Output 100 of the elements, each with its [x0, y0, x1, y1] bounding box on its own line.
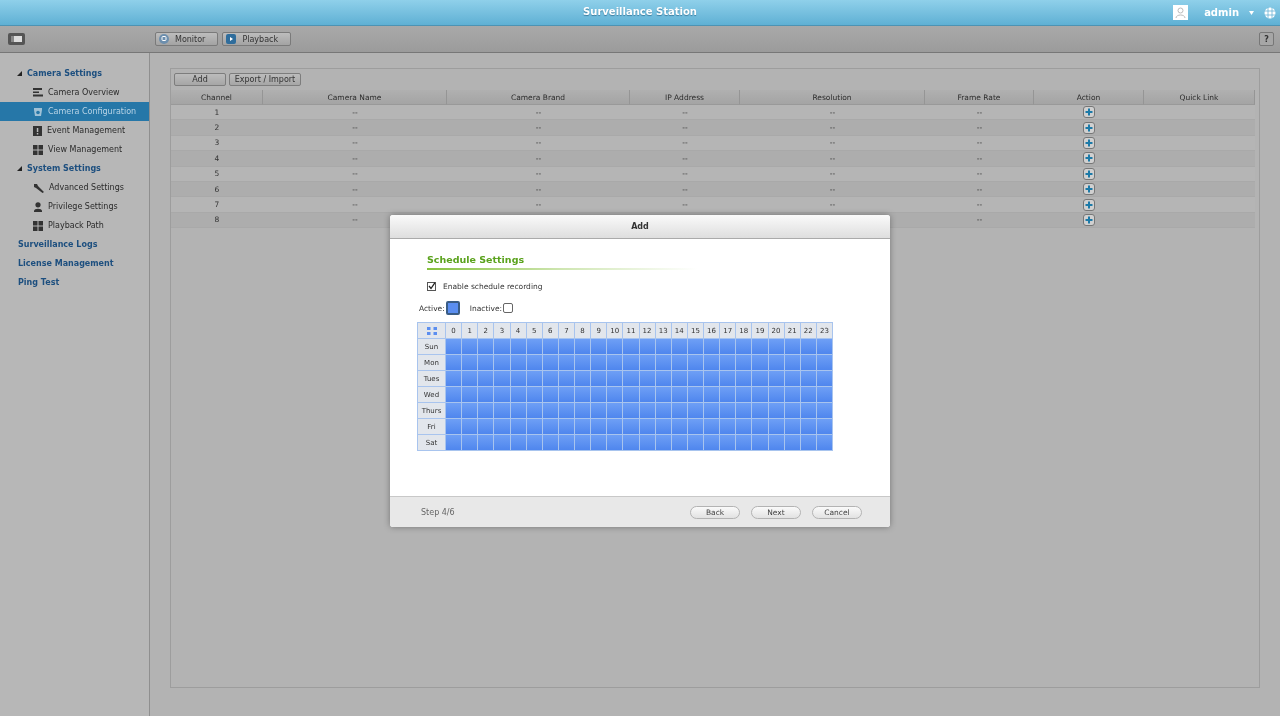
schedule-slot[interactable]: [591, 419, 607, 434]
schedule-slot[interactable]: [558, 355, 574, 370]
schedule-slot[interactable]: [446, 371, 462, 386]
schedule-slot[interactable]: [446, 403, 462, 418]
schedule-slot[interactable]: [736, 419, 752, 434]
schedule-slot[interactable]: [671, 355, 687, 370]
schedule-slot[interactable]: [478, 339, 494, 354]
schedule-slot[interactable]: [462, 371, 478, 386]
schedule-slot[interactable]: [800, 355, 816, 370]
schedule-slot[interactable]: [510, 419, 526, 434]
schedule-slot[interactable]: [510, 371, 526, 386]
add-icon[interactable]: [1083, 106, 1095, 119]
schedule-slot[interactable]: [607, 371, 623, 386]
schedule-slot[interactable]: [736, 403, 752, 418]
schedule-slot[interactable]: [704, 435, 720, 450]
schedule-slot[interactable]: [639, 403, 655, 418]
schedule-slot[interactable]: [526, 339, 542, 354]
schedule-slot[interactable]: [494, 435, 510, 450]
schedule-slot[interactable]: [752, 339, 768, 354]
schedule-slot[interactable]: [542, 355, 558, 370]
schedule-slot[interactable]: [494, 355, 510, 370]
schedule-slot[interactable]: [494, 339, 510, 354]
schedule-slot[interactable]: [510, 387, 526, 402]
expanded-arrow-icon[interactable]: [17, 166, 22, 171]
help-button[interactable]: ?: [1259, 32, 1274, 46]
schedule-slot[interactable]: [639, 435, 655, 450]
schedule-slot[interactable]: [687, 387, 703, 402]
sidebar-group[interactable]: System Settings: [27, 164, 101, 173]
add-icon[interactable]: [1083, 121, 1095, 134]
schedule-slot[interactable]: [462, 435, 478, 450]
sidebar-item[interactable]: Playback Path: [0, 216, 149, 235]
schedule-slot[interactable]: [800, 339, 816, 354]
schedule-slot[interactable]: [446, 435, 462, 450]
schedule-slot[interactable]: [816, 387, 832, 402]
schedule-slot[interactable]: [768, 435, 784, 450]
schedule-slot[interactable]: [816, 355, 832, 370]
schedule-slot[interactable]: [720, 339, 736, 354]
schedule-slot[interactable]: [510, 435, 526, 450]
schedule-slot[interactable]: [575, 419, 591, 434]
schedule-slot[interactable]: [462, 419, 478, 434]
schedule-slot[interactable]: [736, 371, 752, 386]
schedule-slot[interactable]: [446, 387, 462, 402]
schedule-slot[interactable]: [607, 387, 623, 402]
schedule-slot[interactable]: [736, 339, 752, 354]
schedule-slot[interactable]: [784, 339, 800, 354]
schedule-slot[interactable]: [542, 339, 558, 354]
schedule-slot[interactable]: [752, 371, 768, 386]
schedule-slot[interactable]: [575, 403, 591, 418]
schedule-slot[interactable]: [768, 403, 784, 418]
schedule-slot[interactable]: [542, 419, 558, 434]
schedule-slot[interactable]: [704, 387, 720, 402]
schedule-slot[interactable]: [558, 339, 574, 354]
expanded-arrow-icon[interactable]: [17, 71, 22, 76]
schedule-slot[interactable]: [607, 419, 623, 434]
schedule-slot[interactable]: [704, 419, 720, 434]
schedule-slot[interactable]: [816, 403, 832, 418]
select-all-icon[interactable]: [426, 326, 437, 335]
schedule-slot[interactable]: [558, 435, 574, 450]
schedule-slot[interactable]: [558, 403, 574, 418]
schedule-slot[interactable]: [655, 419, 671, 434]
schedule-slot[interactable]: [446, 419, 462, 434]
schedule-slot[interactable]: [639, 339, 655, 354]
schedule-slot[interactable]: [575, 355, 591, 370]
schedule-slot[interactable]: [655, 403, 671, 418]
schedule-slot[interactable]: [623, 387, 639, 402]
sidebar-group[interactable]: Camera Settings: [27, 69, 102, 78]
schedule-slot[interactable]: [446, 339, 462, 354]
schedule-slot[interactable]: [800, 371, 816, 386]
schedule-slot[interactable]: [494, 403, 510, 418]
schedule-slot[interactable]: [607, 435, 623, 450]
schedule-slot[interactable]: [639, 419, 655, 434]
schedule-slot[interactable]: [478, 355, 494, 370]
schedule-slot[interactable]: [591, 371, 607, 386]
schedule-slot[interactable]: [704, 371, 720, 386]
schedule-slot[interactable]: [671, 339, 687, 354]
schedule-slot[interactable]: [687, 355, 703, 370]
schedule-slot[interactable]: [462, 339, 478, 354]
add-icon[interactable]: [1083, 167, 1095, 180]
schedule-slot[interactable]: [462, 355, 478, 370]
schedule-slot[interactable]: [736, 435, 752, 450]
schedule-slot[interactable]: [768, 355, 784, 370]
schedule-slot[interactable]: [494, 387, 510, 402]
schedule-slot[interactable]: [752, 419, 768, 434]
schedule-slot[interactable]: [655, 387, 671, 402]
schedule-slot[interactable]: [623, 435, 639, 450]
schedule-slot[interactable]: [591, 403, 607, 418]
schedule-slot[interactable]: [752, 435, 768, 450]
schedule-slot[interactable]: [542, 371, 558, 386]
schedule-slot[interactable]: [784, 355, 800, 370]
schedule-slot[interactable]: [607, 339, 623, 354]
schedule-slot[interactable]: [752, 387, 768, 402]
schedule-slot[interactable]: [542, 435, 558, 450]
schedule-slot[interactable]: [784, 387, 800, 402]
schedule-slot[interactable]: [655, 355, 671, 370]
schedule-slot[interactable]: [510, 403, 526, 418]
schedule-slot[interactable]: [736, 355, 752, 370]
table-button[interactable]: Export / Import: [229, 73, 301, 86]
schedule-slot[interactable]: [655, 435, 671, 450]
sidebar-item[interactable]: Camera Overview: [0, 83, 149, 102]
schedule-slot[interactable]: [816, 435, 832, 450]
